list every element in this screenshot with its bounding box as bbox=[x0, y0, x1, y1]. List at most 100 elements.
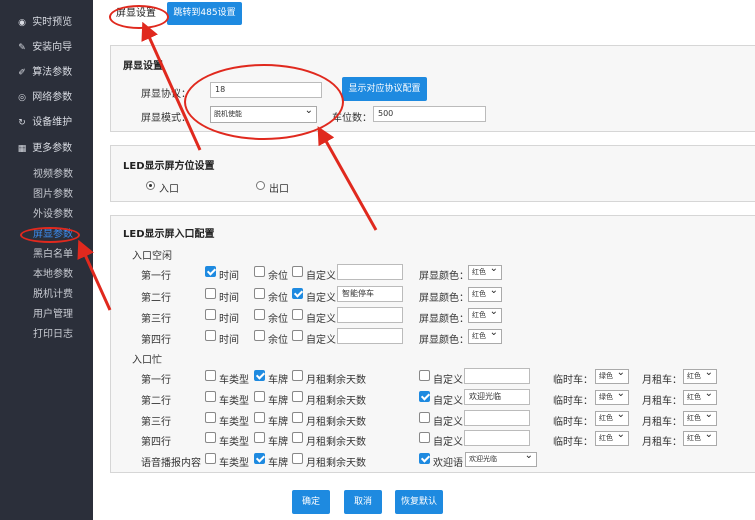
idle-row4-color-select[interactable]: 红色 bbox=[468, 326, 502, 344]
sidebar-sub-users[interactable]: 用户管理 bbox=[33, 306, 73, 324]
sidebar-sub-local[interactable]: 本地参数 bbox=[33, 266, 73, 284]
cartype-label: 车类型 bbox=[219, 417, 249, 428]
busy-row1-monthly-checkbox[interactable] bbox=[292, 370, 303, 381]
show-protocol-button[interactable]: 显示对应协议配置 bbox=[342, 77, 427, 101]
busy-row1-custom-checkbox[interactable] bbox=[419, 370, 430, 381]
idle-row2-spaces-checkbox[interactable] bbox=[254, 288, 265, 299]
busy-row3-custom-checkbox[interactable] bbox=[419, 412, 430, 423]
busy-row4-cartype-checkbox[interactable] bbox=[205, 432, 216, 443]
sidebar-item-network[interactable]: ◎ 网络参数 bbox=[0, 88, 93, 108]
idle-row2-custom-input[interactable]: 智能停车 bbox=[337, 286, 403, 302]
busy-row2-temp-color-select[interactable]: 绿色 bbox=[595, 387, 629, 405]
spaces-label: 余位 bbox=[268, 271, 288, 282]
busy-row3-plate-checkbox[interactable] bbox=[254, 412, 265, 423]
voice-plate-checkbox[interactable] bbox=[254, 453, 265, 464]
sidebar-item-live-preview[interactable]: ◉ 实时预览 bbox=[0, 13, 93, 33]
busy-row1-plate-checkbox[interactable] bbox=[254, 370, 265, 381]
monthly-days-label: 月租剩余天数 bbox=[306, 437, 366, 448]
idle-row1-color-select[interactable]: 红色 bbox=[468, 262, 502, 280]
voice-welcome-select[interactable]: 欢迎光临 bbox=[465, 449, 537, 467]
busy-row1-custom-input[interactable] bbox=[464, 368, 530, 384]
idle-row1-custom-input[interactable] bbox=[337, 264, 403, 280]
idle-row2-color-select[interactable]: 红色 bbox=[468, 284, 502, 302]
color-label: 屏显颜色： bbox=[419, 271, 469, 282]
spaces-label: 余位 bbox=[268, 293, 288, 304]
idle-row4-custom-input[interactable] bbox=[337, 328, 403, 344]
busy-row1-temp-color-select[interactable]: 绿色 bbox=[595, 366, 629, 384]
busy-row2-custom-input[interactable]: 欢迎光临 bbox=[464, 389, 530, 405]
annotation-oval-sidebar bbox=[20, 227, 80, 243]
entry-radio-label: 入口 bbox=[159, 184, 179, 195]
monthly-days-label: 月租剩余天数 bbox=[306, 396, 366, 407]
sidebar-item-install-wizard[interactable]: ✎ 安装向导 bbox=[0, 38, 93, 58]
sidebar-sub-print-log[interactable]: 打印日志 bbox=[33, 326, 73, 344]
idle-row2-time-checkbox[interactable] bbox=[205, 288, 216, 299]
idle-row4-custom-checkbox[interactable] bbox=[292, 330, 303, 341]
idle-row1-custom-checkbox[interactable] bbox=[292, 266, 303, 277]
idle-row4-time-checkbox[interactable] bbox=[205, 330, 216, 341]
confirm-button[interactable]: 确定 bbox=[292, 490, 330, 514]
color-label: 屏显颜色： bbox=[419, 335, 469, 346]
spaces-input[interactable]: 500 bbox=[373, 106, 486, 122]
busy-row4-temp-color-select[interactable]: 红色 bbox=[595, 428, 629, 446]
custom-label: 自定义 bbox=[306, 271, 336, 282]
sidebar-sub-peripheral[interactable]: 外设参数 bbox=[33, 206, 73, 224]
sidebar-sub-blacklist[interactable]: 黑白名单 bbox=[33, 246, 73, 264]
idle-row4-spaces-checkbox[interactable] bbox=[254, 330, 265, 341]
idle-row-label: 第一行 bbox=[141, 271, 171, 282]
busy-row1-monthly-color-select[interactable]: 红色 bbox=[683, 366, 717, 384]
busy-row4-plate-checkbox[interactable] bbox=[254, 432, 265, 443]
plate-label: 车牌 bbox=[268, 375, 288, 386]
voice-welcome-checkbox[interactable] bbox=[419, 453, 430, 464]
busy-row-label: 第四行 bbox=[141, 437, 171, 448]
sidebar-item-label: 实时预览 bbox=[32, 17, 73, 28]
cancel-button[interactable]: 取消 bbox=[344, 490, 382, 514]
busy-row4-monthly-checkbox[interactable] bbox=[292, 432, 303, 443]
sidebar-item-label: 网络参数 bbox=[32, 92, 73, 103]
busy-row4-monthly-color-select[interactable]: 红色 bbox=[683, 428, 717, 446]
sidebar-sub-image[interactable]: 图片参数 bbox=[33, 186, 73, 204]
idle-row3-spaces-checkbox[interactable] bbox=[254, 309, 265, 320]
busy-row1-cartype-checkbox[interactable] bbox=[205, 370, 216, 381]
idle-row1-spaces-checkbox[interactable] bbox=[254, 266, 265, 277]
idle-row1-time-checkbox[interactable] bbox=[205, 266, 216, 277]
idle-row3-time-checkbox[interactable] bbox=[205, 309, 216, 320]
custom-label: 自定义 bbox=[433, 437, 463, 448]
refresh-icon: ↻ bbox=[18, 118, 26, 128]
voice-monthly-checkbox[interactable] bbox=[292, 453, 303, 464]
idle-row3-custom-checkbox[interactable] bbox=[292, 309, 303, 320]
sidebar-item-maintenance[interactable]: ↻ 设备维护 bbox=[0, 113, 93, 133]
idle-row3-custom-input[interactable] bbox=[337, 307, 403, 323]
sidebar-sub-offline-billing[interactable]: 脱机计费 bbox=[33, 286, 73, 304]
busy-row2-monthly-color-select[interactable]: 红色 bbox=[683, 387, 717, 405]
exit-radio[interactable] bbox=[256, 181, 265, 190]
monthly-car-label: 月租车： bbox=[642, 437, 682, 448]
spaces-label: 余位 bbox=[268, 314, 288, 325]
busy-row3-cartype-checkbox[interactable] bbox=[205, 412, 216, 423]
busy-row4-custom-input[interactable] bbox=[464, 430, 530, 446]
sidebar-item-algorithm[interactable]: ✐ 算法参数 bbox=[0, 63, 93, 83]
busy-row2-custom-checkbox[interactable] bbox=[419, 391, 430, 402]
jump-485-button[interactable]: 跳转到485设置 bbox=[167, 2, 242, 25]
busy-row2-plate-checkbox[interactable] bbox=[254, 391, 265, 402]
idle-row2-custom-checkbox[interactable] bbox=[292, 288, 303, 299]
welcome-label: 欢迎语 bbox=[433, 458, 463, 469]
busy-row3-temp-color-select[interactable]: 红色 bbox=[595, 408, 629, 426]
color-label: 屏显颜色： bbox=[419, 314, 469, 325]
voice-cartype-checkbox[interactable] bbox=[205, 453, 216, 464]
sidebar-item-more[interactable]: ▦ 更多参数 bbox=[0, 139, 93, 159]
busy-row3-custom-input[interactable] bbox=[464, 410, 530, 426]
network-icon: ◎ bbox=[18, 93, 26, 103]
busy-row4-custom-checkbox[interactable] bbox=[419, 432, 430, 443]
idle-row3-color-select[interactable]: 红色 bbox=[468, 305, 502, 323]
busy-row2-cartype-checkbox[interactable] bbox=[205, 391, 216, 402]
busy-row3-monthly-checkbox[interactable] bbox=[292, 412, 303, 423]
mode-label: 屏显模式： bbox=[141, 113, 191, 124]
sidebar-sub-video[interactable]: 视频参数 bbox=[33, 166, 73, 184]
entry-radio[interactable] bbox=[146, 181, 155, 190]
cartype-label: 车类型 bbox=[219, 375, 249, 386]
busy-row3-monthly-color-select[interactable]: 红色 bbox=[683, 408, 717, 426]
pencil-icon: ✐ bbox=[18, 68, 26, 78]
restore-default-button[interactable]: 恢复默认 bbox=[395, 490, 443, 514]
busy-row2-monthly-checkbox[interactable] bbox=[292, 391, 303, 402]
